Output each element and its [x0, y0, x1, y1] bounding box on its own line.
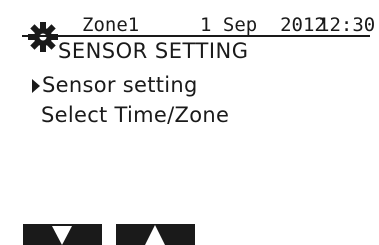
menu-item-label: Sensor setting	[42, 73, 198, 97]
menu-item-select-time-zone[interactable]: Select Time/Zone	[41, 102, 229, 128]
menu-item-label: Select Time/Zone	[41, 103, 230, 127]
selection-cursor-icon	[32, 79, 40, 93]
gear-icon	[28, 22, 58, 52]
header-divider	[22, 35, 370, 37]
menu-item-sensor-setting[interactable]: Sensor setting	[32, 72, 198, 98]
down-arrow-icon	[52, 226, 72, 245]
scroll-down-button[interactable]	[23, 224, 102, 245]
up-arrow-icon	[145, 225, 165, 245]
controller-display: Zone1 1 Sep 2012 12:30 SENSOR SETTING Se…	[0, 0, 379, 245]
page-title: SENSOR SETTING	[58, 39, 249, 63]
time-display: 12:30	[318, 14, 376, 36]
zone-label: Zone1	[82, 14, 140, 36]
scroll-up-button[interactable]	[116, 224, 195, 245]
date-display: 1 Sep 2012	[200, 14, 326, 36]
